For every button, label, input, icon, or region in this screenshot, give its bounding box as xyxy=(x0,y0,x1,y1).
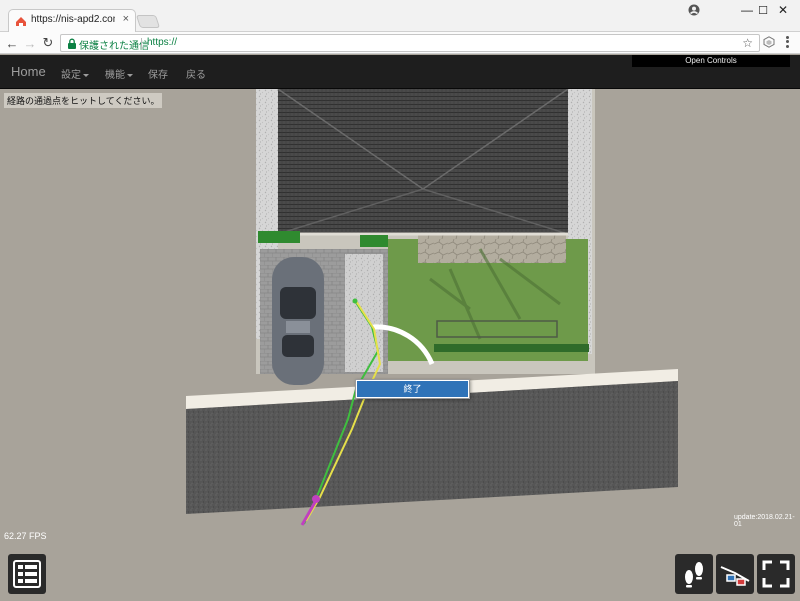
chevron-down-icon xyxy=(83,73,89,77)
finish-menu-item[interactable]: 終了 xyxy=(357,381,468,397)
shrub-left xyxy=(258,231,300,243)
new-tab-button[interactable] xyxy=(135,15,161,28)
instruction-text: 経路の通過点をヒットしてください。 xyxy=(4,93,163,108)
chevron-down-icon xyxy=(127,73,133,77)
forward-arrow-icon[interactable]: → xyxy=(22,35,38,51)
hedge xyxy=(434,344,589,352)
nav-functions[interactable]: 機能 xyxy=(105,66,133,81)
extension-icon[interactable] xyxy=(763,36,775,48)
nav-settings-label: 設定 xyxy=(61,70,81,81)
open-controls-button[interactable]: Open Controls xyxy=(632,55,790,67)
shrub-center xyxy=(360,235,388,247)
close-window-button[interactable]: ✕ xyxy=(766,0,800,20)
nav-save[interactable]: 保存 xyxy=(148,66,168,81)
footprints-icon xyxy=(685,562,703,588)
route-start-point[interactable] xyxy=(352,298,358,304)
fps-counter: 62.27 FPS xyxy=(4,531,47,541)
route-waypoint[interactable] xyxy=(312,495,320,503)
reload-icon[interactable]: ↻ xyxy=(40,35,56,51)
stereo-view-button[interactable] xyxy=(716,554,754,594)
kebab-menu-icon[interactable] xyxy=(781,35,793,49)
nav-settings[interactable]: 設定 xyxy=(61,66,89,81)
nav-home[interactable]: Home xyxy=(11,64,46,79)
list-menu-icon xyxy=(13,560,41,588)
browser-tab[interactable]: https://nis-apd2.com/vie × xyxy=(8,9,136,33)
lock-icon xyxy=(68,38,76,49)
tab-close-icon[interactable]: × xyxy=(123,13,129,25)
address-bar[interactable]: 保護された通信 https:// ☆ xyxy=(60,34,760,52)
update-label: update:2018.02.21-01 xyxy=(734,514,795,528)
viewport-3d[interactable]: 経路の通過点をヒットしてください。 終了 62.27 FPS update:20… xyxy=(0,89,800,601)
house-roof xyxy=(278,89,568,234)
bookmark-star-icon[interactable]: ☆ xyxy=(742,36,753,50)
list-menu-button[interactable] xyxy=(8,554,46,594)
parked-car xyxy=(272,257,324,385)
fullscreen-icon xyxy=(762,560,790,588)
walk-mode-button[interactable] xyxy=(675,554,713,594)
3d-glasses-icon xyxy=(720,566,750,586)
omnibox-divider xyxy=(141,38,142,49)
site-plan-scene[interactable] xyxy=(0,89,800,601)
browser-toolbar: ← → ↻ 保護された通信 https:// ☆ xyxy=(0,32,800,54)
browser-titlebar: https://nis-apd2.com/vie × — ☐ ✕ xyxy=(0,0,800,33)
nav-functions-label: 機能 xyxy=(105,70,125,81)
nav-back[interactable]: 戻る xyxy=(186,66,206,81)
tab-title: https://nis-apd2.com/vie xyxy=(31,14,115,25)
context-menu: 終了 xyxy=(355,379,470,399)
profile-icon[interactable] xyxy=(688,4,700,16)
secure-connection-label: 保護された通信 xyxy=(79,41,149,52)
back-arrow-icon[interactable]: ← xyxy=(4,35,20,51)
fullscreen-button[interactable] xyxy=(757,554,795,594)
stone-terrace xyxy=(418,235,566,263)
url-text[interactable]: https:// xyxy=(147,37,177,48)
site-favicon-icon xyxy=(16,17,26,26)
